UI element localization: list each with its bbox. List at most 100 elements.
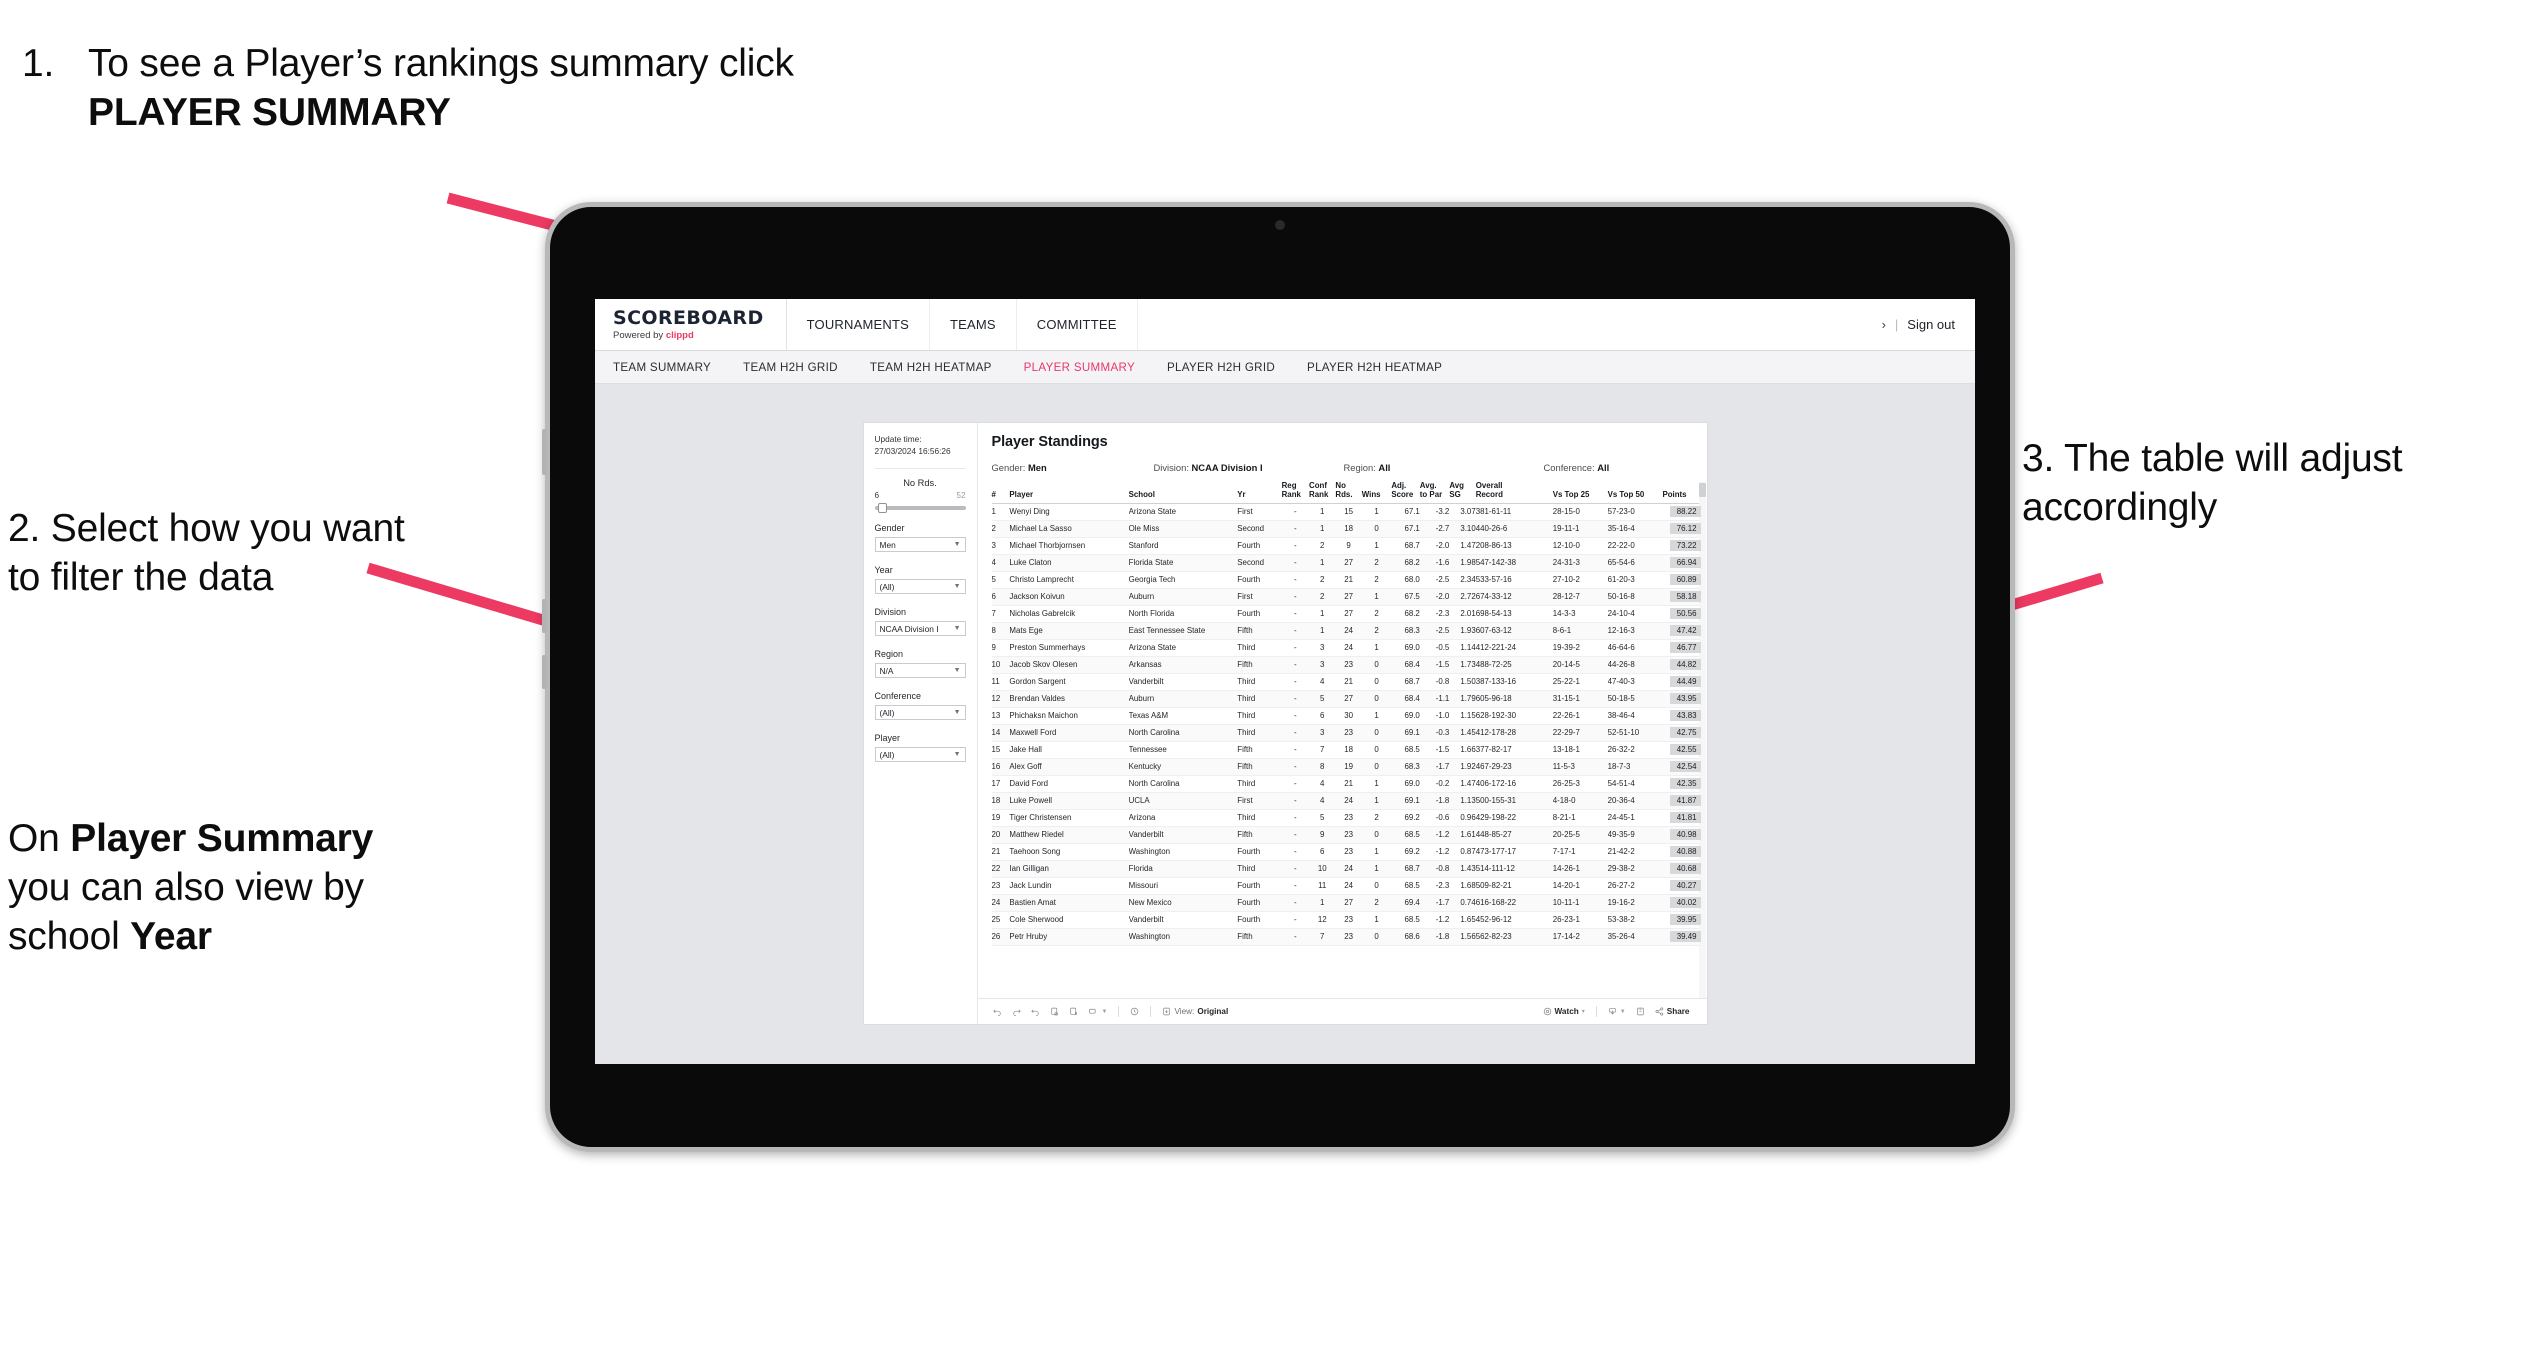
summary-region-value: All — [1378, 462, 1391, 473]
callout-step-2b-pre: On — [8, 817, 71, 860]
cell-rank: 13 — [991, 707, 1010, 725]
cell-avg-sg: 3.10 — [1449, 520, 1476, 538]
table-row[interactable]: 7 Nicholas Gabrelcik North Florida Fourth -1… — [991, 605, 1701, 623]
col-wins-l1: Wins — [1361, 489, 1381, 499]
cell-yr: Fifth — [1237, 622, 1282, 640]
tab-player-h2h-heatmap[interactable]: PLAYER H2H HEATMAP — [1307, 361, 1464, 374]
table-row[interactable]: 1 Wenyi Ding Arizona State First -1 15 1 67.1 -3… — [991, 503, 1701, 521]
cell-adj-score: 68.2 — [1391, 554, 1420, 572]
table-row[interactable]: 16 Alex Goff Kentucky Fifth -8 19 0 68.3 -1.7 1.9… — [991, 758, 1701, 776]
tab-player-h2h-grid[interactable]: PLAYER H2H GRID — [1167, 361, 1297, 374]
watch-button[interactable]: Watch ▾ — [1538, 1007, 1590, 1016]
table-scrollbar-thumb[interactable] — [1698, 483, 1706, 497]
view-original-button[interactable]: View: Original — [1157, 1007, 1233, 1016]
cell-avg-to-par: -1.5 — [1419, 656, 1450, 674]
cell-wins: 0 — [1361, 520, 1392, 538]
cell-vs-top-50: 53-38-2 — [1607, 911, 1663, 929]
filter-player-select[interactable]: (All) ▼ — [874, 747, 966, 763]
summary-region-label: Region: — [1343, 462, 1379, 473]
tab-team-h2h-heatmap[interactable]: TEAM H2H HEATMAP — [870, 361, 1014, 374]
download-button[interactable]: ▼ — [1603, 1007, 1631, 1016]
summary-gender-label: Gender: — [991, 462, 1028, 473]
cell-avg-to-par: -1.7 — [1419, 758, 1450, 776]
cell-vs-top-25: 28-15-0 — [1552, 503, 1608, 521]
filter-region-select[interactable]: N/A ▼ — [874, 663, 966, 679]
tab-team-h2h-grid[interactable]: TEAM H2H GRID — [743, 361, 860, 374]
table-row[interactable]: 25 Cole Sherwood Vanderbilt Fourth -12 23 1 68.… — [991, 911, 1701, 929]
col-adj-l2: Score — [1391, 489, 1414, 499]
cell-no-rounds: 21 — [1335, 775, 1362, 793]
cell-vs-top-50: 44-26-8 — [1607, 656, 1663, 674]
tab-team-summary[interactable]: TEAM SUMMARY — [613, 361, 733, 374]
page-title: Player Standings — [991, 434, 1108, 450]
table-row[interactable]: 18 Luke Powell UCLA First -4 24 1 69.1 -1.8 1.13 5… — [991, 792, 1701, 810]
cell-school: East Tennessee State — [1128, 622, 1238, 640]
table-row[interactable]: 22 Ian Gilligan Florida Third -10 24 1 68.7 -0.8… — [991, 860, 1701, 878]
table-row[interactable]: 13 Phichaksn Maichon Texas A&M Third -6 30 1 69… — [991, 707, 1701, 725]
cell-school: Kentucky — [1128, 758, 1238, 776]
cell-conf-rank: 11 — [1309, 877, 1336, 895]
cell-player: Matthew Riedel — [1009, 826, 1129, 844]
table-row[interactable]: 17 David Ford North Carolina Third -4 21 1 69.0… — [991, 775, 1701, 793]
table-row[interactable]: 26 Petr Hruby Washington Fifth -7 23 0 68.6 -1.8… — [991, 928, 1701, 946]
table-row[interactable]: 24 Bastien Amat New Mexico Fourth -1 27 2 69.4-… — [991, 894, 1701, 912]
filter-conference-select[interactable]: (All) ▼ — [874, 705, 966, 721]
cell-wins: 1 — [1361, 503, 1392, 521]
table-body: 1 Wenyi Ding Arizona State First -1 15 1 67.1 -3… — [991, 503, 1701, 946]
table-row[interactable]: 2 Michael La Sasso Ole Miss Second -1 18 0 67.1… — [991, 520, 1701, 538]
table-row[interactable]: 23 Jack Lundin Missouri Fourth -11 24 0 68.5 -2.… — [991, 877, 1701, 895]
filter-gender-select[interactable]: Men ▼ — [874, 537, 966, 553]
toolbar-divider-1 — [1118, 1006, 1120, 1017]
revert-icon[interactable] — [1026, 1007, 1045, 1016]
table-row[interactable]: 6 Jackson Koivun Auburn First -2 27 1 67.5 -2.0 2… — [991, 588, 1701, 606]
table-row[interactable]: 12 Brendan Valdes Auburn Third -5 27 0 68.4 -1.1… — [991, 690, 1701, 708]
cell-no-rounds: 18 — [1335, 520, 1362, 538]
pause-auto-update-icon[interactable]: ▼ — [1083, 1007, 1113, 1016]
fullscreen-button[interactable] — [1631, 1007, 1650, 1016]
cell-overall-record: 562-82-23 — [1475, 928, 1553, 946]
col-ovr-l2: Record — [1475, 489, 1503, 499]
filter-division-select[interactable]: NCAA Division I ▼ — [874, 621, 966, 637]
cell-player: Gordon Sargent — [1009, 673, 1129, 691]
table-row[interactable]: 15 Jake Hall Tennessee Fifth -7 18 0 68.5 -1.5 1.… — [991, 741, 1701, 759]
table-row[interactable]: 19 Tiger Christensen Arizona Third -5 23 2 69.2… — [991, 809, 1701, 827]
table-row[interactable]: 11 Gordon Sargent Vanderbilt Third -4 21 0 68.7… — [991, 673, 1701, 691]
tab-player-summary[interactable]: PLAYER SUMMARY — [1024, 361, 1157, 374]
filter-year-select[interactable]: (All) ▼ — [874, 579, 966, 595]
undo-icon[interactable] — [988, 1007, 1007, 1016]
nav-item-teams[interactable]: TEAMS — [930, 299, 1017, 350]
cell-points: 42.54 — [1662, 758, 1701, 776]
refresh-icon[interactable] — [1045, 1007, 1064, 1016]
table-row[interactable]: 3 Michael Thorbjornsen Stanford Fourth -2 9 1 6… — [991, 537, 1701, 555]
account-chevron-icon[interactable]: › — [1882, 317, 1886, 332]
summary-division: Division: NCAA Division I — [1154, 462, 1344, 473]
filter-sidebar: Update time: 27/03/2024 16:56:26 No Rds.… — [864, 423, 978, 1024]
no-rounds-slider-thumb[interactable] — [877, 503, 887, 514]
table-row[interactable]: 21 Taehoon Song Washington Fourth -6 23 1 69.2-… — [991, 843, 1701, 861]
share-button[interactable]: Share — [1650, 1007, 1695, 1016]
clock-history-icon[interactable] — [1125, 1007, 1144, 1016]
chevron-down-icon: ▼ — [953, 667, 961, 675]
nav-item-committee[interactable]: COMMITTEE — [1017, 299, 1138, 350]
cell-vs-top-50: 20-36-4 — [1607, 792, 1663, 810]
table-row[interactable]: 14 Maxwell Ford North Carolina Third -3 23 0 69… — [991, 724, 1701, 742]
nav-item-tournaments[interactable]: TOURNAMENTS — [787, 299, 930, 350]
col-t50-l1: Vs Top 50 — [1607, 489, 1645, 499]
sign-out-link[interactable]: Sign out — [1907, 317, 1955, 332]
table-row[interactable]: 8 Mats Ege East Tennessee State Fifth -1 24 2 6… — [991, 622, 1701, 640]
points-value: 42.55 — [1669, 744, 1701, 756]
filter-region-value: N/A — [879, 665, 894, 676]
no-rounds-slider[interactable] — [874, 503, 966, 514]
cell-conf-rank: 3 — [1309, 656, 1336, 674]
pause-refresh-icon[interactable] — [1064, 1007, 1083, 1016]
cell-avg-sg: 1.66 — [1449, 741, 1476, 759]
cell-points: 88.22 — [1662, 503, 1701, 521]
table-row[interactable]: 4 Luke Claton Florida State Second -1 27 2 68.2… — [991, 554, 1701, 572]
table-row[interactable]: 5 Christo Lamprecht Georgia Tech Fourth -2 21… — [991, 571, 1701, 589]
table-row[interactable]: 20 Matthew Riedel Vanderbilt Fifth -9 23 0 68.5… — [991, 826, 1701, 844]
summary-region: Region: All — [1344, 462, 1544, 473]
cell-conf-rank: 6 — [1309, 843, 1336, 861]
redo-icon[interactable] — [1007, 1007, 1026, 1016]
table-row[interactable]: 10 Jacob Skov Olesen Arkansas Fifth -3 23 0 68.… — [991, 656, 1701, 674]
table-row[interactable]: 9 Preston Summerhays Arizona State Third -3 2… — [991, 639, 1701, 657]
